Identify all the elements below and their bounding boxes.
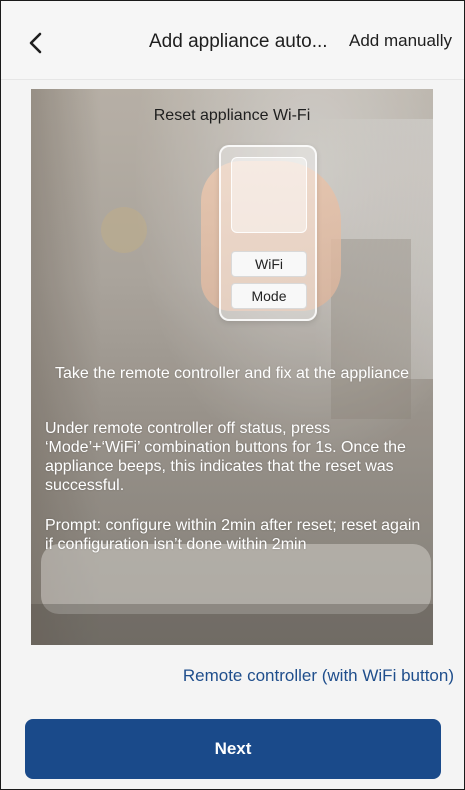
instruction-text: Take the remote controller and fix at th…	[55, 365, 409, 382]
app-screen: Add appliance auto... Add manually Reset…	[0, 0, 465, 790]
remote-mode-button-label: Mode	[231, 283, 307, 309]
reset-illustration-panel: Reset appliance Wi-Fi WiFi Mode Take the…	[31, 89, 433, 645]
reset-prompt: Prompt: configure within 2min after rese…	[45, 517, 421, 553]
panel-title: Reset appliance Wi-Fi	[153, 107, 311, 124]
top-bar: Add appliance auto... Add manually	[1, 1, 464, 80]
add-manually-button[interactable]: Add manually	[349, 31, 452, 51]
page-title: Add appliance auto...	[149, 31, 328, 52]
back-button[interactable]	[19, 23, 51, 63]
remote-controller-illustration: WiFi Mode	[219, 145, 317, 321]
reset-description: Under remote controller off status, pres…	[45, 420, 406, 494]
remote-wifi-button-label: WiFi	[231, 251, 307, 277]
remote-type-link[interactable]: Remote controller (with WiFi button)	[183, 666, 454, 686]
chevron-left-icon	[29, 32, 42, 54]
remote-screen	[231, 157, 307, 233]
next-button[interactable]: Next	[25, 719, 441, 779]
